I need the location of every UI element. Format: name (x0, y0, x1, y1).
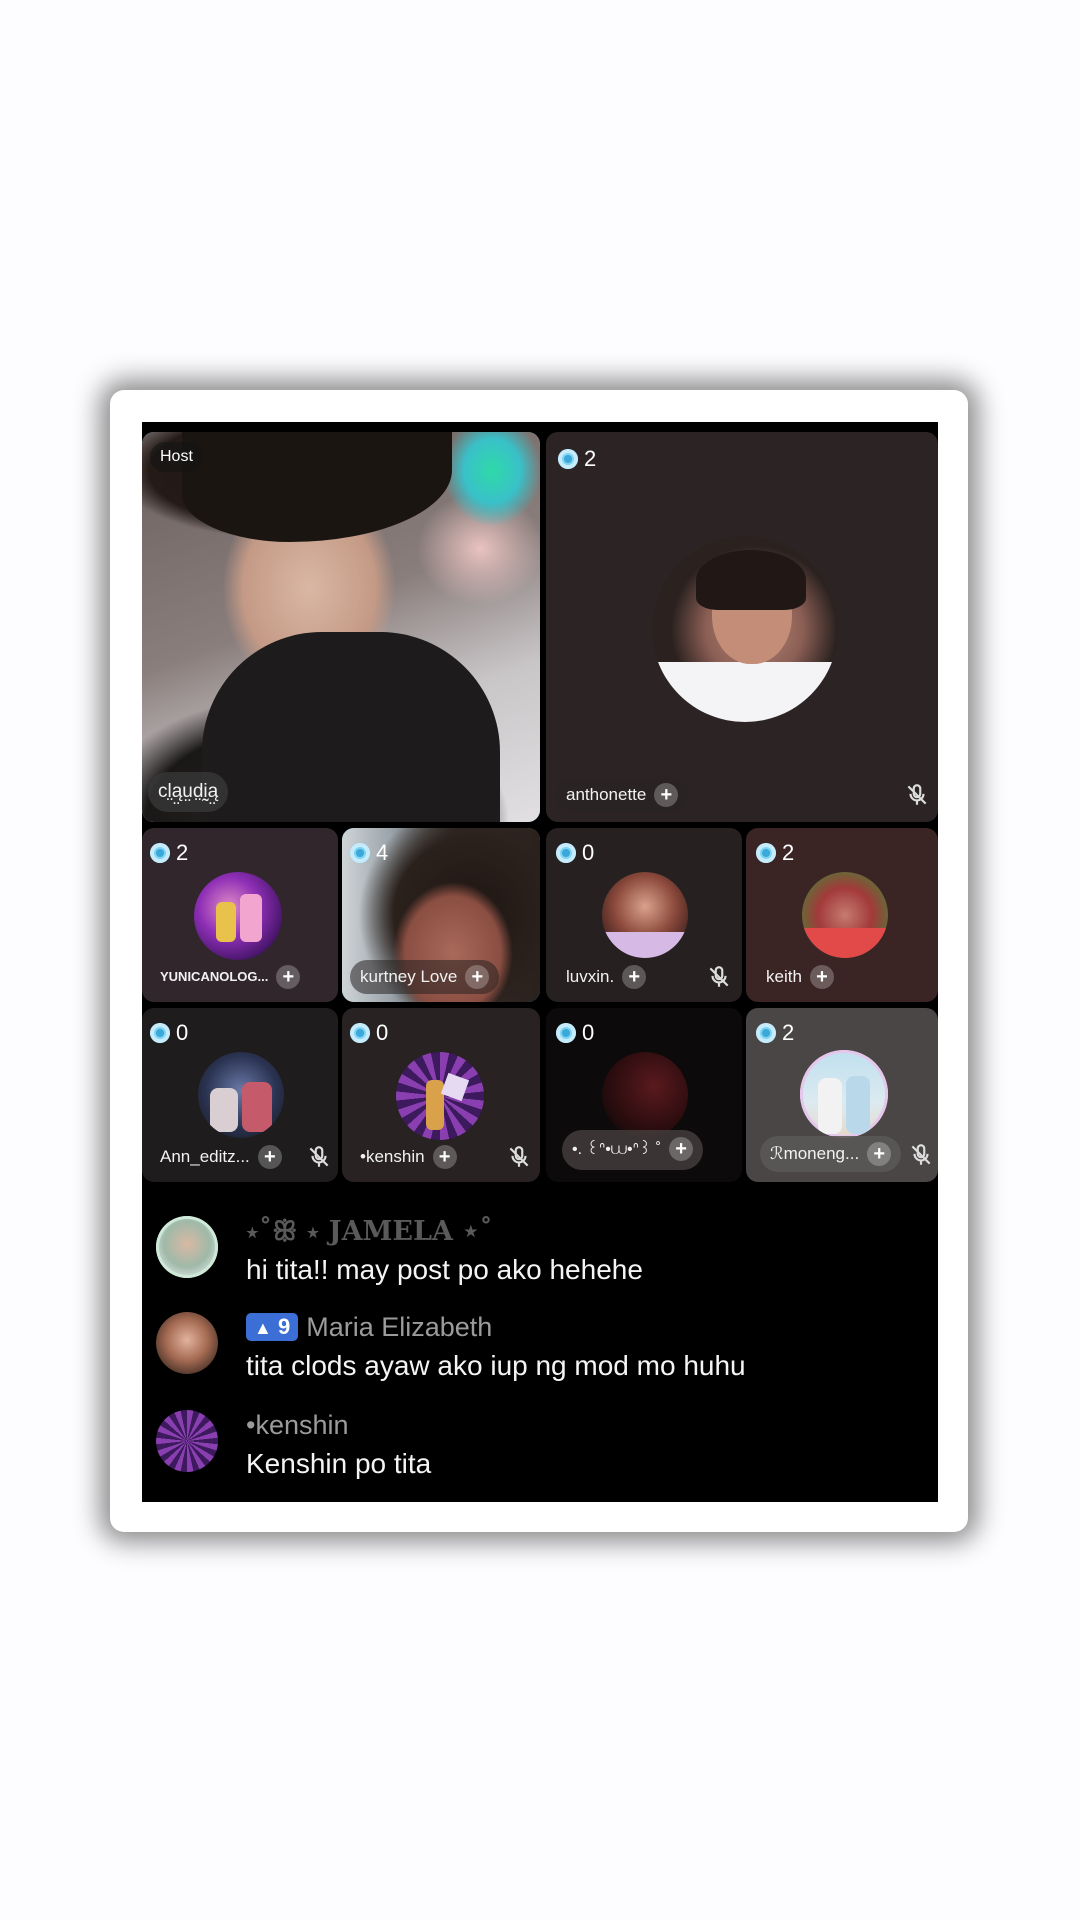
coin-count: 0 (350, 1020, 388, 1046)
guest-name: anthonette (566, 785, 647, 804)
coin-icon (350, 843, 370, 863)
guest-tile-moneng[interactable]: 2 ℛmoneng... + (746, 1008, 938, 1182)
coin-icon (756, 1023, 776, 1043)
mic-muted-icon (309, 1146, 329, 1167)
avatar (194, 872, 282, 960)
level-triangle-icon: ▲ (254, 1317, 272, 1338)
guest-name-label[interactable]: luvxin. + (556, 960, 656, 994)
chat-username: Maria Elizabeth (306, 1312, 493, 1342)
avatar (156, 1216, 218, 1278)
plus-icon[interactable]: + (654, 782, 679, 807)
plus-icon[interactable]: + (432, 1144, 457, 1169)
guest-name: luvxin. (566, 967, 615, 986)
mic-muted-icon (911, 1144, 931, 1165)
live-room-screen: Host cl̤ą̤ṳd̤ḭą̤ 2 anthonette + 2 YUNICA… (142, 422, 938, 1502)
guest-name: •kenshin (360, 1147, 425, 1166)
guest-tile-luvxin[interactable]: 0 luvxin. + (546, 828, 742, 1002)
avatar (156, 1410, 218, 1472)
host-name: cl̤ą̤ṳd̤ḭą̤ (158, 781, 219, 802)
guest-tile-kurtney[interactable]: 4 kurtney Love + (342, 828, 540, 1002)
avatar (602, 1052, 688, 1138)
guest-tile-cute-name[interactable]: 0 •. ꒰ᐢ•⩊•ᐢ꒱ ˚ + (546, 1008, 742, 1182)
coin-count: 0 (556, 1020, 594, 1046)
guest-name-label[interactable]: keith + (756, 960, 844, 994)
plus-icon[interactable]: + (622, 964, 647, 989)
plus-icon[interactable]: + (809, 964, 834, 989)
coin-count: 0 (150, 1020, 188, 1046)
chat-username: •kenshin (246, 1410, 349, 1440)
coin-count: 2 (756, 1020, 794, 1046)
chat-username-row: ▲ 9 Maria Elizabeth (246, 1312, 492, 1343)
guest-name-label[interactable]: YUNICANOLOG... + (150, 960, 310, 994)
guest-name: •. ꒰ᐢ•⩊•ᐢ꒱ ˚ (572, 1141, 662, 1158)
guest-name-label[interactable]: ℛmoneng... + (760, 1136, 902, 1172)
guest-name-label[interactable]: anthonette + (556, 778, 689, 812)
guest-name-label[interactable]: •. ꒰ᐢ•⩊•ᐢ꒱ ˚ + (562, 1130, 704, 1170)
avatar (396, 1052, 484, 1140)
plus-icon[interactable]: + (867, 1141, 892, 1166)
chat-text: Kenshin po tita (246, 1448, 432, 1479)
avatar (156, 1312, 218, 1374)
host-video (142, 432, 540, 822)
guest-name-label[interactable]: kurtney Love + (350, 960, 500, 994)
guest-name-label[interactable]: •kenshin + (350, 1140, 467, 1174)
guest-name: kurtney Love (360, 967, 458, 986)
coin-icon (558, 449, 578, 469)
coin-icon (150, 1023, 170, 1043)
chat-text: hi tita!! may post po ako hehehe (246, 1254, 643, 1285)
plus-icon[interactable]: + (669, 1136, 694, 1161)
host-name-label[interactable]: cl̤ą̤ṳd̤ḭą̤ (148, 772, 229, 812)
coin-count: 4 (350, 840, 388, 866)
coin-count: 2 (558, 446, 596, 472)
avatar (802, 872, 888, 958)
guest-name: YUNICANOLOG... (160, 969, 269, 984)
guest-tile-anthonette[interactable]: 2 anthonette + (546, 432, 938, 822)
coin-count: 2 (756, 840, 794, 866)
coin-count: 2 (150, 840, 188, 866)
host-tag: Host (150, 442, 203, 472)
guest-tile-kenshin[interactable]: 0 •kenshin + (342, 1008, 540, 1182)
coin-count: 0 (556, 840, 594, 866)
coin-icon (350, 1023, 370, 1043)
guest-tile-ann-editz[interactable]: 0 Ann_editz... + (142, 1008, 338, 1182)
guest-name: ℛmoneng... (770, 1144, 860, 1163)
coin-icon (150, 843, 170, 863)
host-video-tile[interactable]: Host cl̤ą̤ṳd̤ḭą̤ (142, 432, 540, 822)
chat-username: ⋆˚ꕥ ⋆ JAMELA ⋆˚ (246, 1216, 493, 1247)
mic-muted-icon (509, 1146, 529, 1167)
plus-icon[interactable]: + (276, 964, 301, 989)
guest-tile-yunicanolog[interactable]: 2 YUNICANOLOG... + (142, 828, 338, 1002)
avatar (602, 872, 688, 958)
guest-name-label[interactable]: Ann_editz... + (150, 1140, 292, 1174)
plus-icon[interactable]: + (257, 1144, 282, 1169)
avatar (198, 1052, 284, 1138)
coin-icon (756, 843, 776, 863)
guest-tile-keith[interactable]: 2 keith + (746, 828, 938, 1002)
coin-icon (556, 1023, 576, 1043)
avatar (652, 536, 838, 722)
mic-muted-icon (709, 966, 729, 987)
plus-icon[interactable]: + (465, 964, 490, 989)
coin-icon (556, 843, 576, 863)
level-badge: ▲ 9 (246, 1312, 299, 1341)
guest-name: Ann_editz... (160, 1147, 250, 1166)
mic-muted-icon (907, 784, 927, 805)
chat-text: tita clods ayaw ako iup ng mod mo huhu (246, 1350, 746, 1381)
guest-name: keith (766, 967, 802, 986)
avatar (800, 1050, 888, 1138)
